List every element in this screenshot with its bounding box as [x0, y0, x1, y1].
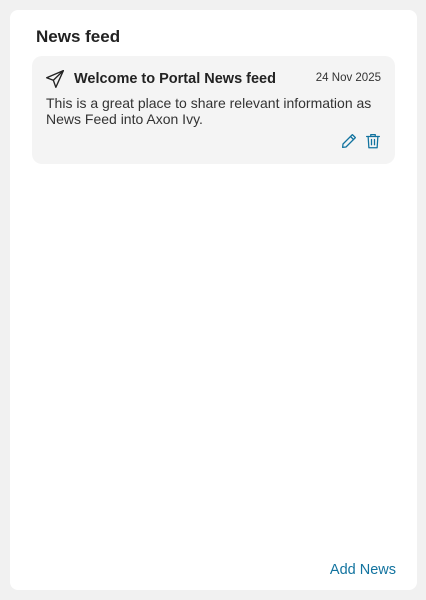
news-item-date: 24 Nov 2025 — [315, 72, 381, 84]
news-item-body: This is a great place to share relevant … — [46, 95, 372, 127]
news-item-title: Welcome to Portal News feed — [74, 71, 276, 87]
send-icon — [45, 69, 65, 89]
edit-icon — [340, 133, 358, 153]
news-item: Welcome to Portal News feed 24 Nov 2025 … — [32, 56, 395, 164]
edit-news-button[interactable] — [340, 132, 358, 150]
delete-icon — [364, 133, 382, 153]
delete-news-button[interactable] — [364, 132, 382, 150]
add-news-link[interactable]: Add News — [330, 562, 396, 578]
news-feed-panel: News feed Welcome to Portal News feed 24… — [10, 10, 417, 590]
panel-title: News feed — [36, 27, 121, 46]
